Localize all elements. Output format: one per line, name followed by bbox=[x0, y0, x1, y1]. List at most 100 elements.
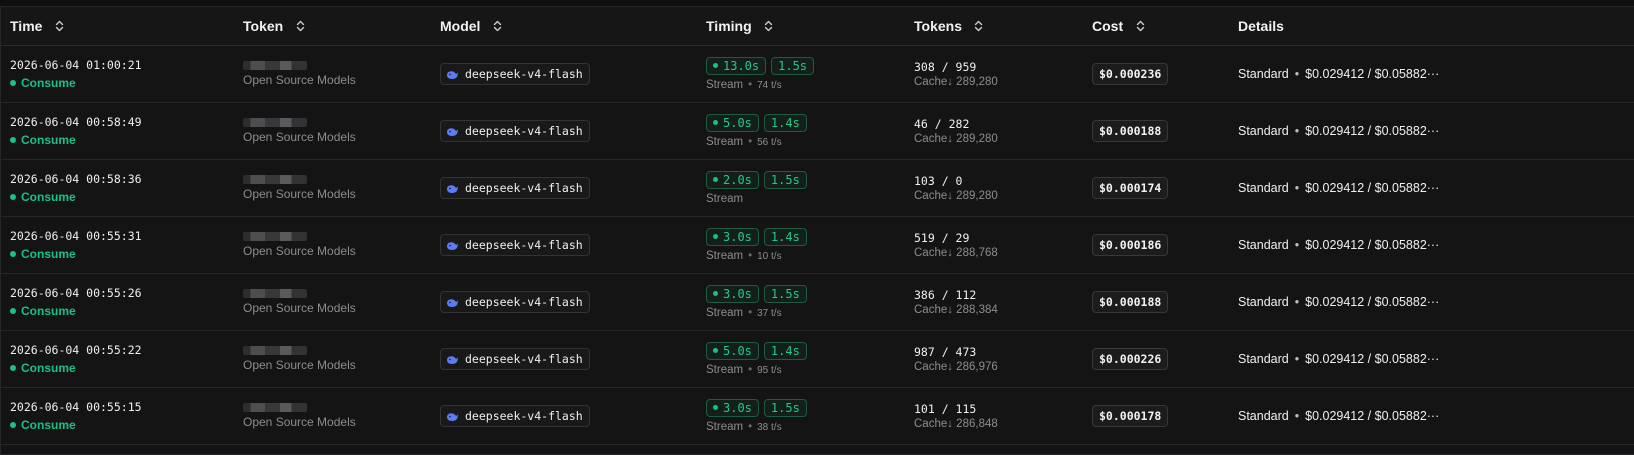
timing-first: 1.5s bbox=[770, 172, 800, 187]
details-text[interactable]: Standard • $0.029412 / $0.05882··· bbox=[1238, 352, 1439, 366]
table-row[interactable]: 2026-06-04 00:55:22 Consume Open Source … bbox=[1, 331, 1634, 388]
header-token[interactable]: Token bbox=[242, 18, 440, 34]
cell-details: Standard • $0.029412 / $0.05882··· bbox=[1238, 350, 1634, 368]
stream-info: Stream bbox=[706, 193, 913, 206]
cost-chip: $0.000236 bbox=[1092, 63, 1169, 85]
model-chip[interactable]: deepseek-v4-flash bbox=[440, 120, 590, 142]
timing-total: 2.0s bbox=[723, 172, 752, 187]
sort-icon[interactable] bbox=[295, 19, 305, 33]
sort-icon[interactable] bbox=[764, 19, 774, 33]
cell-cost: $0.000226 bbox=[1090, 348, 1238, 370]
token-group: Open Source Models bbox=[243, 130, 356, 144]
dot-icon bbox=[10, 194, 16, 200]
sort-icon[interactable] bbox=[1135, 19, 1145, 33]
cell-model: deepseek-v4-flash bbox=[440, 120, 706, 142]
cell-cost: $0.000188 bbox=[1090, 291, 1238, 313]
cell-tokens: 519 / 29 Cache↓ 288,768 bbox=[913, 231, 1090, 260]
token-group: Open Source Models bbox=[243, 244, 356, 258]
details-text[interactable]: Standard • $0.029412 / $0.05882··· bbox=[1238, 295, 1439, 309]
sort-icon[interactable] bbox=[492, 19, 502, 33]
table-row[interactable]: 2026-06-04 00:55:31 Consume Open Source … bbox=[1, 217, 1634, 274]
header-model-label: Model bbox=[440, 18, 481, 34]
table-row[interactable]: 2026-06-04 00:55:15 Consume Open Source … bbox=[1, 388, 1634, 445]
stream-rate: 74 t/s bbox=[757, 79, 782, 91]
header-token-label: Token bbox=[243, 18, 284, 34]
cell-token: Open Source Models bbox=[242, 118, 440, 144]
stream-rate: 95 t/s bbox=[757, 364, 782, 376]
cell-model: deepseek-v4-flash bbox=[440, 405, 706, 427]
details-price: $0.029412 / $0.05882··· bbox=[1305, 238, 1440, 252]
details-price: $0.029412 / $0.05882··· bbox=[1305, 409, 1440, 423]
model-chip[interactable]: deepseek-v4-flash bbox=[440, 234, 590, 256]
model-chip[interactable]: deepseek-v4-flash bbox=[440, 63, 590, 85]
sort-icon[interactable] bbox=[974, 19, 984, 33]
table-row[interactable]: 2026-06-04 00:58:49 Consume Open Source … bbox=[1, 103, 1634, 160]
stream-info: Stream • 56 t/s bbox=[706, 136, 913, 149]
cell-details: Standard • $0.029412 / $0.05882··· bbox=[1238, 179, 1634, 197]
dot-icon bbox=[10, 308, 16, 314]
model-chip[interactable]: deepseek-v4-flash bbox=[440, 348, 590, 370]
table-row[interactable]: 2026-06-04 00:58:36 Consume Open Source … bbox=[1, 160, 1634, 217]
table-header: Time Token Model Timing Tokens Cost Deta… bbox=[1, 7, 1634, 46]
header-timing[interactable]: Timing bbox=[706, 18, 913, 34]
cell-tokens: 46 / 282 Cache↓ 289,280 bbox=[913, 117, 1090, 146]
cell-model: deepseek-v4-flash bbox=[440, 177, 706, 199]
cache-info: Cache↓ 289,280 bbox=[914, 189, 998, 202]
token-counts: 101 / 115 bbox=[914, 401, 977, 416]
stream-label: Stream bbox=[706, 78, 744, 91]
cell-cost: $0.000186 bbox=[1090, 234, 1238, 256]
stream-info: Stream • 38 t/s bbox=[706, 421, 913, 434]
stream-label: Stream bbox=[706, 306, 744, 319]
model-chip[interactable]: deepseek-v4-flash bbox=[440, 291, 590, 313]
model-chip[interactable]: deepseek-v4-flash bbox=[440, 405, 590, 427]
header-tokens[interactable]: Tokens bbox=[913, 18, 1090, 34]
table-row[interactable]: 2026-06-04 00:55:26 Consume Open Source … bbox=[1, 274, 1634, 331]
separator: • bbox=[1294, 409, 1300, 423]
table-row[interactable]: 2026-06-04 01:00:21 Consume Open Source … bbox=[1, 46, 1634, 103]
dot-icon bbox=[713, 291, 718, 296]
separator: • bbox=[748, 420, 753, 433]
header-details-label: Details bbox=[1238, 18, 1284, 34]
token-counts: 46 / 282 bbox=[914, 116, 970, 131]
details-tier: Standard bbox=[1238, 409, 1289, 423]
header-cost[interactable]: Cost bbox=[1090, 18, 1238, 34]
cache-info: Cache↓ 289,280 bbox=[914, 75, 998, 88]
cell-time: 2026-06-04 01:00:21 Consume bbox=[1, 58, 242, 90]
model-chip[interactable]: deepseek-v4-flash bbox=[440, 177, 590, 199]
details-text[interactable]: Standard • $0.029412 / $0.05882··· bbox=[1238, 181, 1439, 195]
details-text[interactable]: Standard • $0.029412 / $0.05882··· bbox=[1238, 238, 1439, 252]
timing-first-pill: 1.5s bbox=[763, 284, 807, 303]
cell-model: deepseek-v4-flash bbox=[440, 63, 706, 85]
status-label: Consume bbox=[21, 418, 76, 432]
timestamp: 2026-06-04 00:55:26 bbox=[10, 286, 142, 300]
header-time[interactable]: Time bbox=[1, 18, 242, 34]
details-text[interactable]: Standard • $0.029412 / $0.05882··· bbox=[1238, 67, 1439, 81]
cell-time: 2026-06-04 00:55:15 Consume bbox=[1, 400, 242, 432]
timestamp: 2026-06-04 00:55:31 bbox=[10, 229, 142, 243]
cell-token: Open Source Models bbox=[242, 403, 440, 429]
details-text[interactable]: Standard • $0.029412 / $0.05882··· bbox=[1238, 124, 1439, 138]
dot-icon bbox=[10, 365, 16, 371]
status-badge: Consume bbox=[10, 133, 242, 147]
separator: • bbox=[748, 249, 753, 262]
stream-rate: 10 t/s bbox=[757, 250, 782, 262]
cell-details: Standard • $0.029412 / $0.05882··· bbox=[1238, 122, 1634, 140]
whale-icon bbox=[446, 354, 459, 365]
details-tier: Standard bbox=[1238, 124, 1289, 138]
cell-token: Open Source Models bbox=[242, 175, 440, 201]
header-model[interactable]: Model bbox=[440, 18, 706, 34]
whale-icon bbox=[446, 126, 459, 137]
status-badge: Consume bbox=[10, 76, 242, 90]
details-price: $0.029412 / $0.05882··· bbox=[1305, 181, 1440, 195]
separator: • bbox=[1294, 181, 1300, 195]
status-label: Consume bbox=[21, 190, 76, 204]
cell-details: Standard • $0.029412 / $0.05882··· bbox=[1238, 236, 1634, 254]
stream-label: Stream bbox=[706, 135, 744, 148]
cell-timing: 2.0s 1.5s Stream bbox=[706, 170, 913, 206]
details-text[interactable]: Standard • $0.029412 / $0.05882··· bbox=[1238, 409, 1439, 423]
sort-icon[interactable] bbox=[54, 19, 64, 33]
token-group: Open Source Models bbox=[243, 358, 356, 372]
dot-icon bbox=[713, 63, 718, 68]
cost-chip: $0.000188 bbox=[1092, 291, 1169, 313]
cache-info: Cache↓ 286,848 bbox=[914, 417, 998, 430]
